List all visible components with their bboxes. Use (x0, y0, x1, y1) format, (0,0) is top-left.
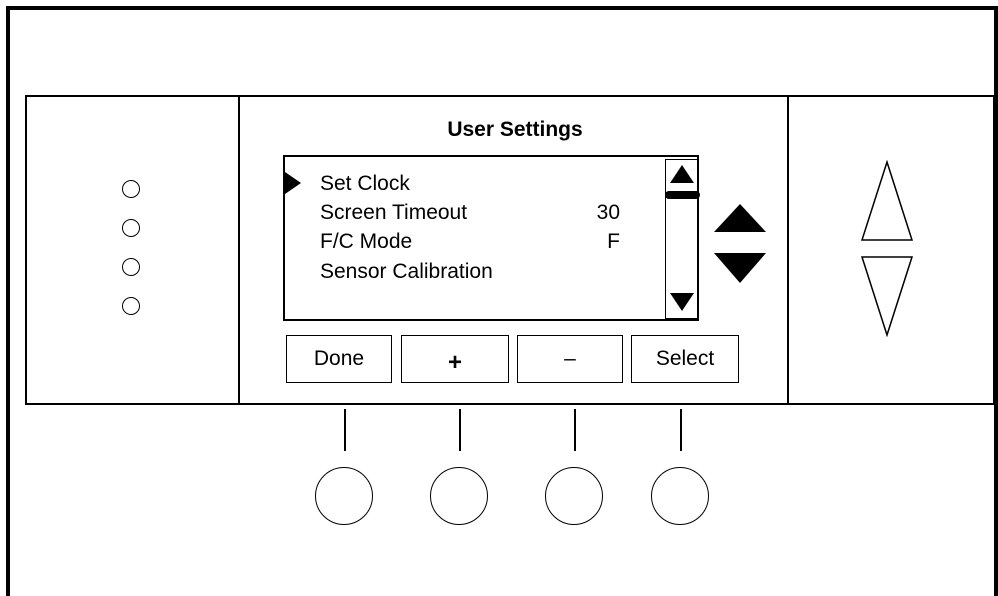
nav-down-icon[interactable] (714, 253, 766, 283)
done-softkey[interactable]: Done (286, 335, 392, 383)
menu-item-set-clock[interactable]: Set Clock (320, 172, 410, 196)
outline-up-arrow-icon[interactable] (860, 160, 914, 242)
plus-hardware-button[interactable] (430, 467, 488, 525)
done-hardware-button[interactable] (315, 467, 373, 525)
connector-line (459, 409, 461, 451)
nav-up-icon[interactable] (714, 204, 766, 232)
minus-hardware-button[interactable] (545, 467, 603, 525)
connector-line (574, 409, 576, 451)
indicator-led-icon (122, 258, 140, 276)
scroll-down-icon[interactable] (668, 291, 696, 313)
select-softkey[interactable]: Select (631, 335, 739, 383)
screen-title: User Settings (447, 118, 583, 141)
scroll-thumb[interactable] (665, 191, 700, 199)
connector-line (344, 409, 346, 451)
indicator-led-icon (122, 180, 140, 198)
scroll-up-icon[interactable] (668, 163, 696, 185)
select-hardware-button[interactable] (651, 467, 709, 525)
selection-arrow-icon (285, 172, 301, 194)
plus-softkey[interactable]: + (401, 335, 509, 383)
screen-timeout-value: 30 (596, 201, 620, 224)
menu-item-sensor-calibration[interactable]: Sensor Calibration (320, 260, 493, 284)
minus-softkey[interactable]: – (517, 335, 623, 383)
menu-item-screen-timeout[interactable]: Screen Timeout (320, 201, 467, 225)
outline-down-arrow-icon[interactable] (860, 255, 914, 337)
indicator-led-icon (122, 297, 140, 315)
menu-item-fc-mode[interactable]: F/C Mode (320, 230, 412, 254)
connector-line (680, 409, 682, 451)
fc-mode-value: F (607, 230, 620, 253)
indicator-led-icon (122, 219, 140, 237)
